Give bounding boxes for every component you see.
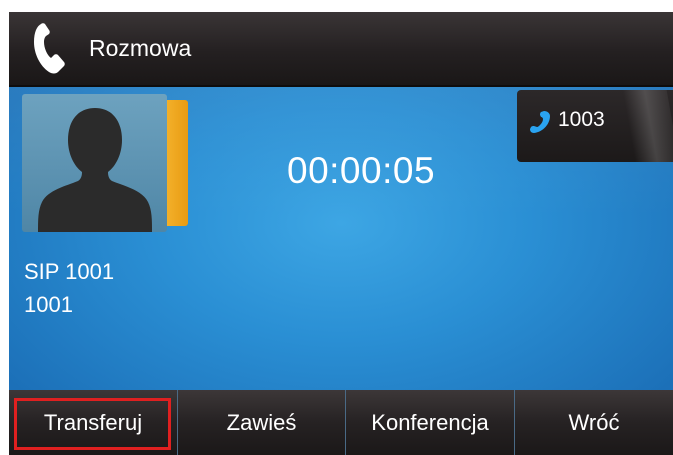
hold-softkey[interactable]: Zawieś [178, 390, 345, 455]
softkey-bar: Transferuj Zawieś Konferencja Wróć [9, 390, 673, 455]
handset-icon [34, 23, 65, 74]
contact-number: 1001 [24, 292, 73, 317]
line-label: 1003 [558, 108, 605, 131]
phone-screen: Rozmowa SIP 1001 1001 00:00:05 1003 Tran… [9, 12, 673, 455]
title-bar: Rozmowa [9, 12, 673, 87]
line-box-shine [622, 90, 673, 162]
contact-name: SIP 1001 [24, 259, 115, 284]
call-duration: 00:00:05 [287, 150, 436, 191]
back-softkey[interactable]: Wróć [515, 390, 673, 455]
phone-icon [530, 111, 550, 133]
screen-title: Rozmowa [89, 35, 192, 61]
person-silhouette-icon [38, 108, 152, 232]
contact-avatar [22, 94, 188, 232]
line-indicator[interactable]: 1003 [517, 90, 673, 162]
transfer-softkey[interactable]: Transferuj [9, 390, 177, 455]
conference-softkey[interactable]: Konferencja [346, 390, 514, 455]
avatar-status-tab [167, 100, 188, 226]
call-area: SIP 1001 1001 00:00:05 1003 [9, 87, 673, 390]
